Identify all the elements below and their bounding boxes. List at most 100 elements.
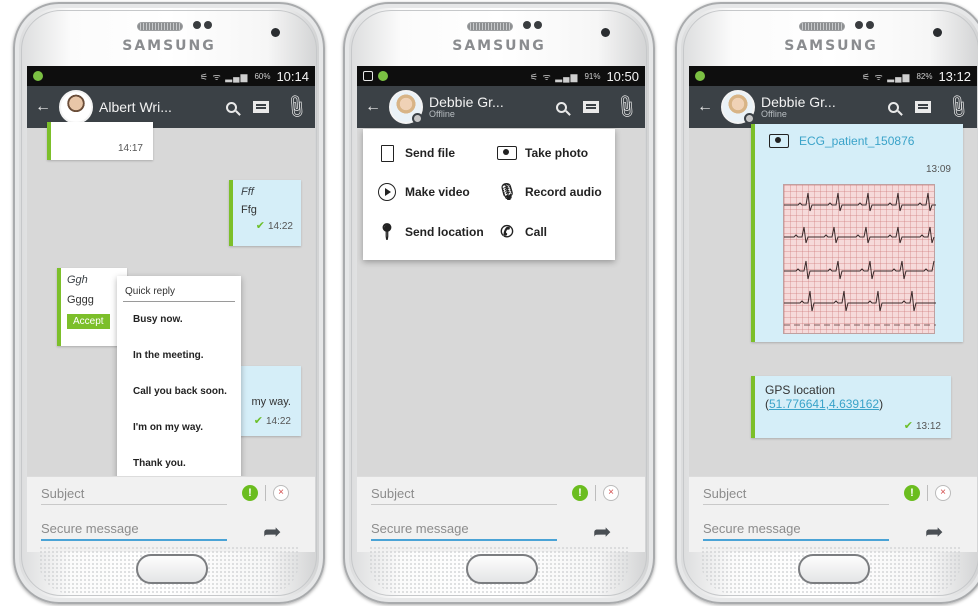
gps-label: GPS location [765,383,836,397]
back-arrow-icon[interactable]: ← [365,98,387,116]
gps-link[interactable]: 51.776641,4.639162 [769,397,879,411]
location-pin-icon: 📍︎ [376,224,398,241]
home-button[interactable] [466,554,538,584]
paperclip-icon[interactable]: 📎︎ [282,92,311,121]
menu-label: Call [525,225,548,239]
quick-reply-item[interactable]: Busy now. [117,302,241,338]
priority-icon[interactable]: ! [904,485,920,501]
home-button[interactable] [798,554,870,584]
send-file-item[interactable]: Send file [377,143,455,163]
home-button[interactable] [136,554,208,584]
priority-icon[interactable]: ! [572,485,588,501]
paperclip-icon[interactable]: 📎︎ [612,92,641,121]
microphone-icon: 🎙︎ [496,184,518,201]
front-camera-icon [601,28,610,37]
quick-reply-item[interactable]: I'm on my way. [117,410,241,446]
back-arrow-icon[interactable]: ← [697,98,719,116]
accept-button[interactable]: Accept [67,314,110,329]
menu-label: Take photo [525,146,589,160]
stage: SAMSUNG ⚟ ᯤ ▂▄▆ 60% 10:14 ← Albert Wri..… [0,0,978,606]
call-item[interactable]: ✆ Call [497,222,547,242]
secure-message-field[interactable]: Secure message [371,521,557,541]
take-photo-item[interactable]: Take photo [497,143,588,163]
location-message-bubble[interactable]: GPS location (51.776641,4.639162) ✔ 13:1… [751,376,951,438]
compose-area: Subject ! × Secure message ➦ [689,476,977,552]
screen: ⚟ ᯤ ▂▄▆ 82% 13:12 ← Debbie Gr... Offline… [689,66,977,552]
contact-status: Offline [761,108,787,119]
back-arrow-icon[interactable]: ← [35,98,57,116]
delivered-check-icon: ✔ [255,220,265,232]
send-reply-icon[interactable]: ➦ [593,519,611,545]
sensor-icon [193,21,201,29]
message-icon[interactable] [583,101,600,113]
paperclip-icon[interactable]: 📎︎ [944,92,973,121]
menu-label: Record audio [525,185,602,199]
presence-dot [412,113,423,124]
avatar[interactable] [59,90,93,124]
battery-level: 91% [584,71,601,81]
contact-status: Offline [429,108,455,119]
contact-name: Debbie Gr... [429,93,504,110]
chat-area[interactable]: ECG_patient_150876 13:09 GPS location (5… [689,124,977,478]
search-icon[interactable] [556,101,568,113]
earpiece-speaker [467,22,513,31]
compose-area: Subject ! × Secure message ➦ [357,476,645,552]
cancel-icon[interactable]: × [935,485,951,501]
battery-level: 82% [916,71,933,81]
secure-message-field[interactable]: Secure message [41,521,227,541]
make-video-item[interactable]: Make video [377,182,470,202]
contact-info[interactable]: Debbie Gr... Offline [761,95,836,119]
avatar[interactable] [389,90,423,124]
front-camera-icon [271,28,280,37]
message-text: my way. [251,396,291,408]
cancel-icon[interactable]: × [273,485,289,501]
status-time: 10:50 [606,68,639,84]
message-icon[interactable] [253,101,270,113]
message-time: 13:12 [915,421,941,432]
send-reply-icon[interactable]: ➦ [925,519,943,545]
file-message-bubble[interactable]: ECG_patient_150876 13:09 [751,124,963,342]
brand-logo: SAMSUNG [122,38,216,54]
app-bar: ← Debbie Gr... Offline 📎︎ [357,86,645,128]
search-icon[interactable] [888,101,900,113]
sensor-icon [855,21,863,29]
menu-label: Send location [405,225,484,239]
message-time: 14:22 [265,416,291,427]
camera-icon [769,134,789,148]
brand-logo: SAMSUNG [784,38,878,54]
quick-reply-item[interactable]: Call you back soon. [117,374,241,410]
subject-field[interactable]: Subject [41,486,227,505]
app-notification-icon [33,71,43,81]
contact-info[interactable]: Albert Wri... [99,99,172,115]
contact-info[interactable]: Debbie Gr... Offline [429,95,504,119]
front-camera-icon [933,28,942,37]
record-audio-item[interactable]: 🎙︎ Record audio [497,182,602,202]
send-reply-icon[interactable]: ➦ [263,519,281,545]
video-icon [378,183,396,201]
screenshot-notification-icon [363,71,373,81]
secure-message-field[interactable]: Secure message [703,521,889,541]
screen: ⚟ ᯤ ▂▄▆ 91% 10:50 ← Debbie Gr... Offline… [357,66,645,552]
ecg-image[interactable] [783,184,936,334]
cancel-icon[interactable]: × [603,485,619,501]
send-location-item[interactable]: 📍︎ Send location [377,222,484,242]
contact-name: Debbie Gr... [761,93,836,110]
message-text: Gggg [67,294,94,306]
avatar[interactable] [721,90,755,124]
status-time: 13:12 [938,68,971,84]
signal-icon: ⚟ ᯤ ▂▄▆ [199,71,249,82]
camera-icon [497,146,517,160]
status-bar: ⚟ ᯤ ▂▄▆ 91% 10:50 [357,66,645,86]
message-bubble-outgoing: Fff Ffg ✔ 14:22 [229,180,301,246]
message-icon[interactable] [915,101,932,113]
chat-area[interactable]: 14:17 Fff Ffg ✔ 14:22 Ggh Gggg Accept my… [27,122,315,493]
menu-label: Send file [405,146,456,160]
subject-field[interactable]: Subject [371,486,557,505]
file-name[interactable]: ECG_patient_150876 [799,134,914,148]
search-icon[interactable] [226,101,238,113]
quick-reply-title: Quick reply [123,276,235,302]
priority-icon[interactable]: ! [242,485,258,501]
sensor-icon [523,21,531,29]
subject-field[interactable]: Subject [703,486,889,505]
quick-reply-item[interactable]: In the meeting. [117,338,241,374]
